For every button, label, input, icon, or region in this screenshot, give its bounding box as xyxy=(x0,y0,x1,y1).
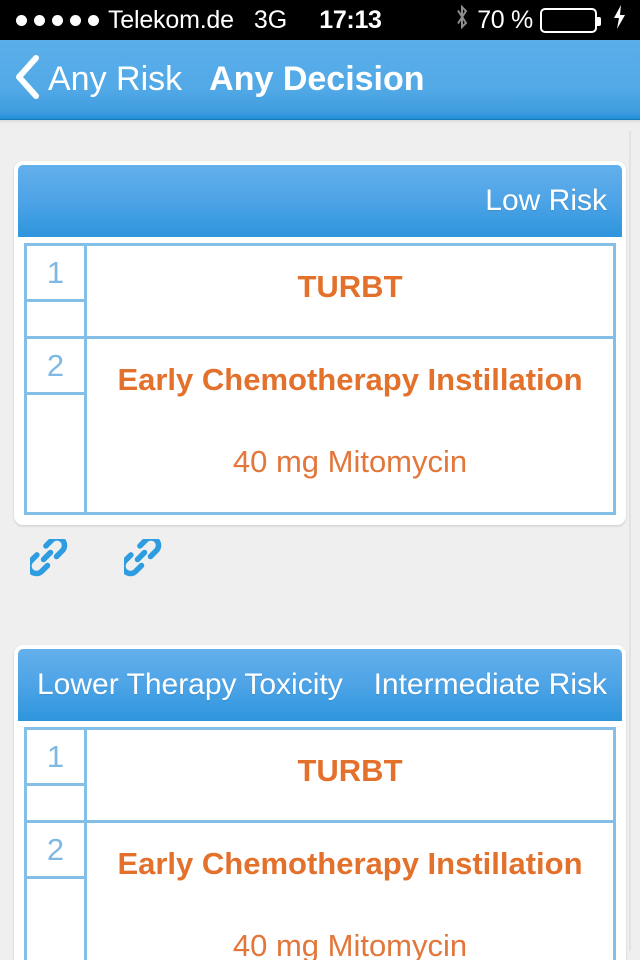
app-screen: Telekom.de 3G 17:13 70 % Any Risk Any De… xyxy=(0,0,640,960)
step-row[interactable]: 1 TURBT xyxy=(24,727,616,823)
scroll-content[interactable]: Low Risk 1 TURBT 2 Early Chemotherapy Instil… xyxy=(0,127,640,960)
step-row[interactable]: 2 Early Chemotherapy Instillation 40 mg Mi… xyxy=(24,339,616,515)
step-subtitle: 40 mg Mitomycin xyxy=(232,443,468,479)
bluetooth-icon xyxy=(454,4,470,37)
step-number-label: 1 xyxy=(27,730,87,786)
card-header: Low Risk xyxy=(18,165,622,237)
step-divider-line xyxy=(84,395,87,515)
step-content: TURBT xyxy=(87,730,613,820)
status-bar: Telekom.de 3G 17:13 70 % xyxy=(0,0,640,40)
navigation-bar: Any Risk Any Decision xyxy=(0,40,640,124)
clock-label: 17:13 xyxy=(319,5,382,34)
chevron-left-icon xyxy=(14,55,40,104)
card-header-left-label: Lower Therapy Toxicity xyxy=(37,668,343,701)
step-row[interactable]: 1 TURBT xyxy=(24,243,616,339)
signal-strength-dots xyxy=(16,14,99,26)
step-subtitle: 40 mg Mitomycin xyxy=(232,927,468,960)
step-content: TURBT xyxy=(87,246,613,336)
step-number-cell: 2 xyxy=(27,339,87,515)
network-type-label: 3G xyxy=(253,5,288,34)
step-divider-line xyxy=(84,786,87,823)
link-chain-icon[interactable] xyxy=(26,535,74,588)
decision-card[interactable]: Low Risk 1 TURBT 2 Early Chemotherapy Instil… xyxy=(14,161,626,525)
status-bar-left: Telekom.de 3G 17:13 xyxy=(16,6,382,35)
step-title: Early Chemotherapy Instillation xyxy=(117,362,583,397)
step-number-cell: 1 xyxy=(27,246,87,339)
battery-icon xyxy=(540,7,601,33)
step-number-label: 1 xyxy=(27,246,87,302)
card-header-risk-label: Intermediate Risk xyxy=(373,668,607,701)
step-content: Early Chemotherapy Instillation 40 mg Mit… xyxy=(87,823,613,960)
card-header: Lower Therapy Toxicity Intermediate Risk xyxy=(18,649,622,721)
charging-bolt-icon xyxy=(604,4,628,37)
step-title: TURBT xyxy=(297,269,403,304)
battery-percent-label: 70 % xyxy=(477,5,533,34)
step-number-cell: 1 xyxy=(27,730,87,823)
page-title: Any Decision xyxy=(209,60,425,98)
step-title: Early Chemotherapy Instillation xyxy=(117,846,583,881)
decision-card[interactable]: Lower Therapy Toxicity Intermediate Risk 1… xyxy=(14,645,626,960)
step-number-label: 2 xyxy=(27,339,87,395)
step-number-cell: 2 xyxy=(27,823,87,960)
step-divider-line xyxy=(84,302,87,339)
step-content: Early Chemotherapy Instillation 40 mg Mit… xyxy=(87,339,613,512)
step-table: 1 TURBT 2 Early Chemotherapy Instillation 40… xyxy=(18,237,622,521)
step-table: 1 TURBT 2 Early Chemotherapy Instillation 40… xyxy=(18,721,622,960)
card-header-risk-label: Low Risk xyxy=(485,184,607,217)
step-divider-line xyxy=(84,879,87,960)
carrier-label: Telekom.de xyxy=(108,5,234,34)
link-chain-icon[interactable] xyxy=(120,535,168,588)
status-bar-right: 70 % xyxy=(454,4,628,37)
reference-link-row xyxy=(26,535,168,588)
step-number-label: 2 xyxy=(27,823,87,879)
step-title: TURBT xyxy=(297,753,403,788)
scrollbar-track[interactable] xyxy=(629,131,631,951)
back-button-label: Any Risk xyxy=(48,60,183,98)
back-button[interactable]: Any Risk xyxy=(0,55,182,104)
step-row[interactable]: 2 Early Chemotherapy Instillation 40 mg Mi… xyxy=(24,823,616,960)
